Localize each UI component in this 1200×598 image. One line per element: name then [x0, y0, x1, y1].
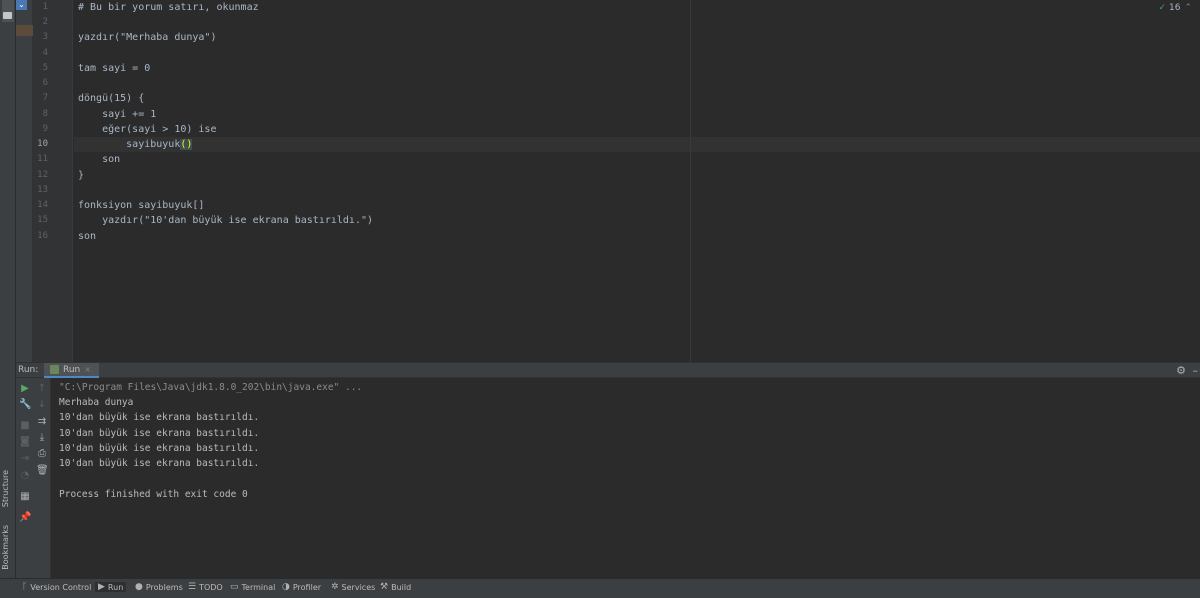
current-line-highlight — [74, 137, 1200, 152]
camera-icon[interactable]: ◙ — [19, 436, 31, 448]
selected-tree-row[interactable] — [16, 25, 33, 36]
rerun-icon[interactable]: ▶ — [19, 383, 31, 395]
inspection-count: 16 — [1169, 3, 1181, 13]
stop-icon[interactable]: ■ — [19, 420, 31, 432]
code-line[interactable]: döngü(15) { — [78, 92, 144, 106]
line-number: 12 — [37, 170, 48, 180]
exit-icon[interactable]: ⇥ — [19, 453, 31, 465]
problems-icon: ● — [135, 582, 143, 592]
arrow-down-icon[interactable]: ↓ — [36, 399, 48, 411]
line-number: 8 — [42, 109, 48, 119]
list-icon: ☰ — [188, 582, 197, 592]
line-number: 16 — [37, 231, 48, 241]
layout-icon[interactable]: ▦ — [19, 491, 31, 503]
console-line: Merhaba dunya — [59, 397, 134, 408]
line-number: 9 — [42, 124, 48, 134]
line-number: 5 — [42, 63, 48, 73]
hammer-icon: ⚒ — [380, 582, 389, 592]
gear-icon[interactable]: ⚙ — [1176, 364, 1186, 377]
code-text: sayibuyuk — [78, 139, 181, 150]
console-line: "C:\Program Files\Java\jdk1.8.0_202\bin\… — [59, 382, 363, 393]
line-number-gutter: 1 2 3 4 5 6 7 8 9 10 11 12 13 14 15 16 — [33, 0, 73, 362]
folder-icon[interactable] — [3, 12, 12, 19]
code-line[interactable]: son — [78, 153, 120, 167]
bracket-match: () — [180, 139, 193, 150]
chevron-down-icon[interactable]: ⌄ — [16, 0, 27, 10]
code-line-active[interactable]: sayibuyuk() — [78, 138, 193, 152]
project-panel: ⌄ — [16, 0, 33, 362]
bookmarks-tool-tab[interactable]: Bookmarks — [1, 525, 15, 570]
right-margin-guide — [690, 0, 691, 362]
line-number: 2 — [42, 17, 48, 27]
run-tab-label: Run — [63, 364, 81, 375]
console-line: 10'dan büyük ise ekrana bastırıldı. — [59, 428, 260, 439]
profiler-icon: ◑ — [282, 582, 290, 592]
run-tab[interactable]: Run × — [44, 363, 99, 378]
tool-terminal[interactable]: ▭ Terminal — [230, 582, 275, 592]
line-number: 7 — [42, 93, 48, 103]
chevron-up-icon[interactable]: ⌃ — [1184, 3, 1192, 13]
scroll-to-end-icon[interactable]: ⤓ — [36, 432, 48, 444]
minimize-icon[interactable]: – — [1193, 364, 1199, 377]
line-number: 11 — [37, 154, 48, 164]
services-icon: ✲ — [331, 582, 339, 592]
terminal-icon: ▭ — [230, 582, 239, 592]
pin-icon[interactable]: 📌 — [19, 512, 31, 524]
console-line: 10'dan büyük ise ekrana bastırıldı. — [59, 443, 260, 454]
console-line: 10'dan büyük ise ekrana bastırıldı. — [59, 458, 260, 469]
structure-tool-tab[interactable]: Structure — [1, 470, 15, 507]
wrench-icon[interactable]: 🔧 — [19, 399, 31, 411]
run-toolbar-secondary: ↑ ↓ ⇉ ⤓ ⎙ 🗑 — [33, 378, 51, 578]
left-tool-strip: Structure Bookmarks — [0, 0, 16, 578]
checkmark-icon: ✓ — [1158, 3, 1166, 13]
run-toolbar-primary: ▶ 🔧 ■ ◙ ⇥ ◔ ▦ 📌 — [16, 378, 33, 578]
tool-services[interactable]: ✲ Services — [331, 582, 375, 592]
soft-wrap-icon[interactable]: ⇉ — [36, 416, 48, 428]
print-icon[interactable]: ⎙ — [36, 448, 48, 460]
code-line[interactable]: fonksiyon sayibuyuk[] — [78, 199, 204, 213]
console-line: Process finished with exit code 0 — [59, 489, 248, 500]
tool-profiler[interactable]: ◑ Profiler — [282, 582, 321, 592]
code-line[interactable]: son — [78, 230, 96, 244]
trash-icon[interactable]: 🗑 — [36, 465, 49, 477]
code-line[interactable]: eğer(sayi > 10) ise — [78, 123, 216, 137]
tool-problems[interactable]: ● Problems — [135, 582, 183, 592]
console-line: 10'dan büyük ise ekrana bastırıldı. — [59, 412, 260, 423]
play-icon: ▶ — [98, 582, 105, 592]
line-number: 6 — [42, 78, 48, 88]
line-number: 3 — [42, 32, 48, 42]
bottom-tool-bar: ᚴ Version Control ▶ Run ● Problems ☰ TODO ▭ T… — [0, 578, 1200, 598]
tool-version-control[interactable]: ᚴ Version Control — [22, 582, 91, 592]
code-line[interactable]: # Bu bir yorum satırı, okunmaz — [78, 1, 259, 15]
tool-build[interactable]: ⚒ Build — [380, 582, 411, 592]
line-number: 1 — [42, 2, 48, 12]
line-number: 4 — [42, 48, 48, 58]
run-console[interactable]: "C:\Program Files\Java\jdk1.8.0_202\bin\… — [52, 378, 1200, 578]
inspection-widget[interactable]: ✓ 16 ⌃ — [1158, 3, 1192, 13]
code-line[interactable]: } — [78, 169, 84, 183]
branch-icon: ᚴ — [22, 582, 28, 592]
code-line[interactable]: yazdır("10'dan büyük ise ekrana bastırıl… — [78, 214, 373, 228]
run-tool-window-header: Run: Run × ⚙ – — [16, 362, 1200, 378]
tool-run[interactable]: ▶ Run — [95, 582, 127, 592]
arrow-up-icon[interactable]: ↑ — [36, 383, 48, 395]
code-line[interactable]: tam sayi = 0 — [78, 62, 150, 76]
line-number: 13 — [37, 185, 48, 195]
line-number: 15 — [37, 215, 48, 225]
history-icon[interactable]: ◔ — [19, 470, 31, 482]
line-number: 14 — [37, 200, 48, 210]
run-config-icon — [50, 365, 59, 374]
code-line[interactable]: yazdır("Merhaba dunya") — [78, 31, 216, 45]
tool-todo[interactable]: ☰ TODO — [188, 582, 223, 592]
run-panel-label: Run: — [18, 365, 39, 375]
code-line[interactable]: sayi += 1 — [78, 108, 156, 122]
close-icon[interactable]: × — [84, 365, 91, 374]
line-number-active: 10 — [37, 139, 48, 149]
code-editor[interactable]: # Bu bir yorum satırı, okunmaz yazdır("M… — [74, 0, 1200, 362]
